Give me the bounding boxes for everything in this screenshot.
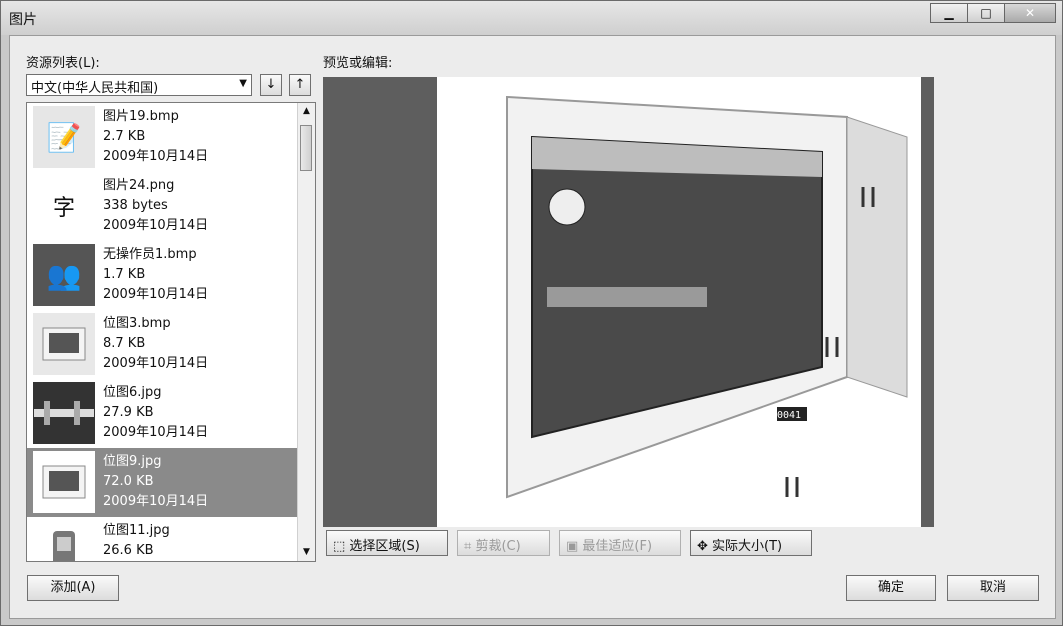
item-date: 2009年10月14日: [103, 494, 209, 509]
chevron-down-icon: ▼: [239, 78, 247, 89]
picture-dialog: 图片 ▁ □ ✕ 资源列表(L): 中文(中华人民共和国) ▼ ↓ ↑ 📝 图片…: [0, 0, 1063, 626]
list-item[interactable]: 👥 无操作员1.bmp 1.7 KB 2009年10月14日: [27, 241, 299, 310]
close-button[interactable]: ✕: [1004, 3, 1056, 23]
move-icon: ✥: [697, 539, 713, 554]
item-date: 2009年10月14日: [103, 356, 209, 371]
best-fit-icon: ▣: [566, 539, 583, 554]
item-name: 图片19.bmp: [103, 109, 179, 124]
cancel-button[interactable]: 取消: [947, 575, 1039, 601]
hmi-thumbnail: [33, 313, 95, 375]
list-item[interactable]: 位图9.jpg 72.0 KB 2009年10月14日: [27, 448, 299, 517]
resource-list[interactable]: 📝 图片19.bmp 2.7 KB 2009年10月14日 字 图片24.png…: [26, 102, 316, 562]
crop-label: 剪裁(C): [475, 539, 521, 554]
cancel-label: 取消: [979, 580, 1006, 595]
preview-label: 预览或编辑:: [323, 56, 393, 71]
hmi-thumbnail: [33, 451, 95, 513]
close-icon: ✕: [1024, 6, 1036, 20]
scroll-up-icon[interactable]: ▲: [298, 103, 315, 120]
item-size: 26.6 KB: [103, 543, 154, 558]
users-icon: 👥: [33, 244, 95, 306]
actual-size-button[interactable]: ✥ 实际大小(T): [690, 530, 812, 556]
scroll-down-icon[interactable]: ▼: [298, 544, 315, 561]
item-size: 2.7 KB: [103, 129, 146, 144]
caption-buttons: ▁ □ ✕: [930, 3, 1056, 23]
dialog-body: 资源列表(L): 中文(中华人民共和国) ▼ ↓ ↑ 📝 图片19.bmp 2.…: [9, 35, 1056, 619]
move-up-button[interactable]: ↑: [289, 74, 311, 96]
item-size: 72.0 KB: [103, 474, 154, 489]
item-name: 位图9.jpg: [103, 454, 162, 469]
select-region-label: 选择区域(S): [349, 539, 420, 554]
select-region-icon: ⬚: [333, 539, 350, 554]
item-date: 2009年10月14日: [103, 218, 209, 233]
list-item[interactable]: 📝 图片19.bmp 2.7 KB 2009年10月14日: [27, 103, 299, 172]
pipeline-icon: [34, 401, 94, 425]
document-edit-icon: 📝: [33, 106, 95, 168]
ok-label: 确定: [877, 580, 904, 595]
chinese-characters-icon: 字: [33, 175, 95, 237]
list-item[interactable]: 位图11.jpg 26.6 KB: [27, 517, 299, 561]
list-item[interactable]: 字 图片24.png 338 bytes 2009年10月14日: [27, 172, 299, 241]
preview-canvas: 0041: [437, 77, 921, 527]
item-name: 位图3.bmp: [103, 316, 171, 331]
best-fit-label: 最佳适应(F): [582, 539, 653, 554]
crop-icon: ⌗: [464, 539, 476, 554]
item-size: 27.9 KB: [103, 405, 154, 420]
preview-image: 0041: [506, 95, 908, 499]
minimize-button[interactable]: ▁: [930, 3, 968, 23]
preview-area[interactable]: 0041: [323, 77, 934, 527]
item-name: 位图6.jpg: [103, 385, 162, 400]
item-size: 1.7 KB: [103, 267, 146, 282]
maximize-icon: □: [980, 6, 992, 20]
language-value: 中文(中华人民共和国): [31, 81, 159, 96]
list-item[interactable]: 位图6.jpg 27.9 KB 2009年10月14日: [27, 379, 299, 448]
move-down-button[interactable]: ↓: [260, 74, 282, 96]
window-title: 图片: [9, 12, 37, 28]
actual-size-label: 实际大小(T): [712, 539, 783, 554]
select-region-button[interactable]: ⬚ 选择区域(S): [326, 530, 448, 556]
language-select[interactable]: 中文(中华人民共和国) ▼: [26, 74, 252, 96]
arrow-up-icon: ↑: [294, 77, 306, 92]
item-date: 2009年10月14日: [103, 287, 209, 302]
hmi-icon: [42, 465, 86, 499]
item-size: 8.7 KB: [103, 336, 146, 351]
maximize-button[interactable]: □: [967, 3, 1005, 23]
title-bar[interactable]: 图片 ▁ □ ✕: [1, 1, 1062, 35]
ok-button[interactable]: 确定: [846, 575, 936, 601]
pipeline-thumbnail: [33, 382, 95, 444]
item-size: 338 bytes: [103, 198, 168, 213]
arrow-down-icon: ↓: [265, 77, 277, 92]
hmi-icon: [42, 327, 86, 361]
item-date: 2009年10月14日: [103, 425, 209, 440]
list-item[interactable]: 位图3.bmp 8.7 KB 2009年10月14日: [27, 310, 299, 379]
item-name: 无操作员1.bmp: [103, 247, 197, 262]
minimize-icon: ▁: [944, 6, 954, 20]
resource-list-label: 资源列表(L):: [26, 56, 100, 71]
item-name: 图片24.png: [103, 178, 175, 193]
scrollbar-thumb[interactable]: [300, 125, 312, 171]
svg-text:0041: 0041: [777, 410, 801, 421]
item-name: 位图11.jpg: [103, 523, 170, 538]
list-scrollbar[interactable]: ▲ ▼: [297, 103, 315, 561]
crop-button[interactable]: ⌗ 剪裁(C): [457, 530, 550, 556]
add-button[interactable]: 添加(A): [27, 575, 119, 601]
best-fit-button[interactable]: ▣ 最佳适应(F): [559, 530, 681, 556]
device-icon: [53, 531, 75, 561]
item-date: 2009年10月14日: [103, 149, 209, 164]
add-label: 添加(A): [50, 580, 96, 595]
device-thumbnail: [33, 520, 95, 561]
